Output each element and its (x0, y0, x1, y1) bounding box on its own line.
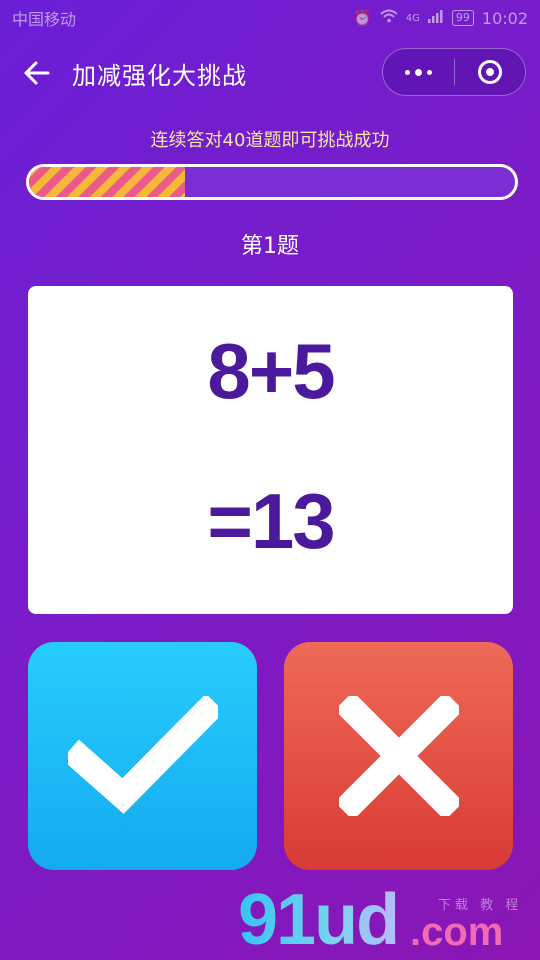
checkmark-icon (67, 696, 218, 814)
challenge-instruction: 连续答对40道题即可挑战成功 (150, 130, 390, 151)
mini-program-capsule (382, 48, 526, 96)
nav-bar: 加减强化大挑战 (0, 36, 540, 108)
status-indicators: ⏰ 4G 99 10:02 (353, 9, 528, 28)
back-arrow-icon[interactable] (22, 58, 52, 88)
more-dots-icon (404, 68, 432, 76)
question-answer: =13 (207, 477, 335, 565)
clock-time: 10:02 (481, 8, 528, 28)
watermark-text: 91ud (238, 880, 400, 960)
question-number: 第1题 (241, 234, 299, 259)
close-button[interactable] (455, 49, 526, 95)
question-expression: 8+5 (207, 327, 335, 415)
carrier-label: 中国移动 (12, 10, 77, 29)
more-button[interactable] (383, 49, 454, 95)
watermark-small-text: 下载 教 程 (438, 898, 523, 913)
watermark-suffix: .com (410, 910, 504, 954)
alarm-icon: ⏰ (353, 9, 372, 27)
wifi-icon (380, 9, 398, 27)
cross-icon (338, 696, 459, 816)
question-card: 8+5 =13 (28, 286, 513, 614)
progress-bar (26, 164, 518, 200)
battery-icon: 99 (451, 10, 474, 26)
wrong-button[interactable] (284, 642, 513, 870)
correct-button[interactable] (28, 642, 257, 870)
close-target-icon (477, 60, 502, 84)
network-label: 4G (405, 12, 420, 24)
page-title: 加减强化大挑战 (72, 62, 247, 90)
watermark-logo: 91ud .com 下载 教 程 (238, 880, 538, 960)
progress-fill (29, 167, 185, 197)
signal-icon (427, 9, 444, 27)
status-bar: 中国移动 ⏰ 4G 99 10:02 (0, 0, 540, 36)
